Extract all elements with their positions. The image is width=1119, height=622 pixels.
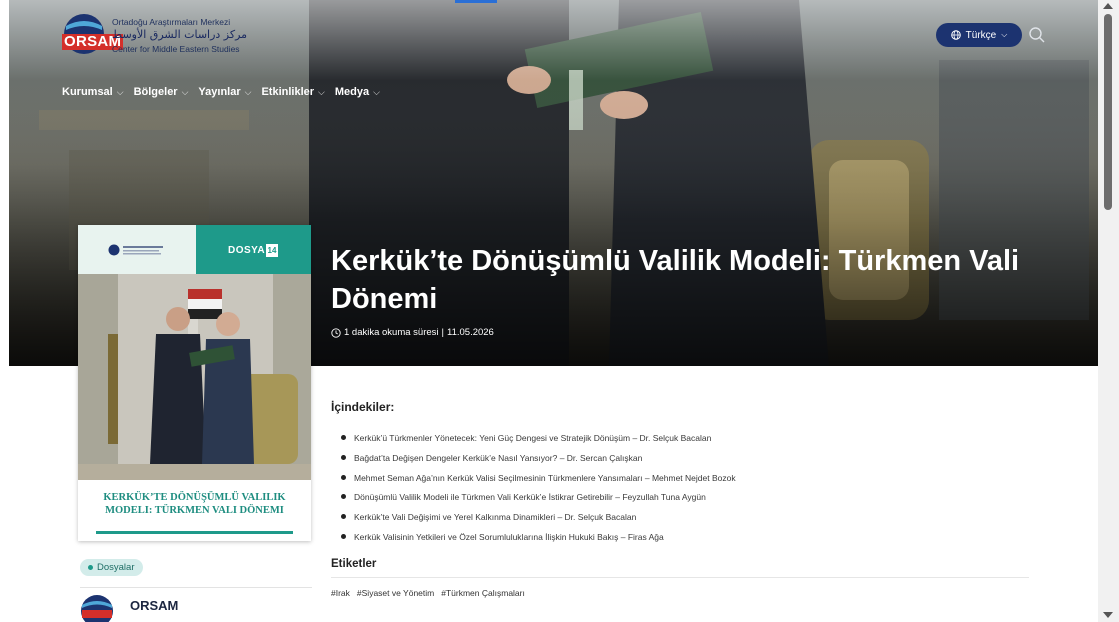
scroll-down-arrow-icon[interactable] — [1103, 612, 1113, 618]
cover-rule — [96, 531, 293, 534]
page: ORSAM Ortadoğu Araştırmaları Merkezi مرك… — [0, 0, 1119, 622]
sidebar-divider — [80, 587, 312, 588]
cover-title-line1: KERKÜK’TE DÖNÜŞÜMLÜ VALILIK — [103, 492, 286, 503]
reading-time: 1 dakika okuma süresi — [344, 327, 439, 338]
logo-turkish-name: Ortadoğu Araştırmaları Merkezi — [112, 17, 231, 27]
scrollbar-thumb[interactable] — [1104, 14, 1112, 210]
loading-indicator — [455, 0, 497, 3]
chevron-down-icon: ⌵ — [116, 86, 124, 97]
scroll-up-arrow-icon[interactable] — [1103, 3, 1113, 9]
toc-item[interactable]: Dönüşümlü Valilik Modeli ile Türkmen Val… — [341, 492, 736, 502]
publication-cover[interactable]: DOSYA 14 KERKÜK’TE DÖNÜŞÜMLÜ VALILIK MOD… — [78, 225, 311, 541]
chevron-down-icon: ⌵ — [181, 86, 189, 97]
nav-item-bolgeler[interactable]: Bölgeler ⌵ — [134, 86, 189, 98]
badge-dot — [88, 565, 93, 570]
author-card[interactable]: ORSAM — [80, 594, 320, 622]
tags-heading: Etiketler — [331, 558, 377, 570]
cover-photo — [78, 274, 311, 480]
logo-english-name: Center for Middle Eastern Studies — [112, 44, 240, 54]
tag-link[interactable]: #Türkmen Çalışmaları — [441, 588, 525, 598]
clock-icon — [331, 327, 341, 338]
nav-item-label: Bölgeler — [133, 86, 178, 98]
nav-item-label: Yayınlar — [198, 86, 241, 98]
nav-item-label: Medya — [334, 86, 370, 98]
chevron-down-icon: ⌵ — [244, 86, 252, 97]
article-title: Kerkük’te Dönüşümlü Valilik Modeli: Türk… — [331, 245, 1020, 315]
article-meta: 1 dakika okuma süresi | 11.05.2026 — [331, 327, 494, 338]
main-nav: Kurumsal ⌵ Bölgeler ⌵ Yayınlar ⌵ Etkinli… — [62, 86, 380, 98]
toc-item[interactable]: Mehmet Seman Ağa’nın Kerkük Valisi Seçil… — [341, 473, 736, 483]
cover-orsam-logo-icon — [108, 244, 163, 256]
tag-link[interactable]: #Siyaset ve Yönetim — [357, 588, 434, 598]
globe-icon — [950, 30, 961, 40]
author-name: ORSAM — [130, 598, 179, 613]
category-badge-label: Dosyalar — [97, 562, 135, 573]
toc-list: Kerkük’ü Türkmenler Yönetecek: Yeni Güç … — [341, 433, 736, 552]
nav-item-yayinlar[interactable]: Yayınlar ⌵ — [198, 86, 251, 98]
language-label: Türkçe — [965, 29, 997, 41]
nav-item-medya[interactable]: Medya ⌵ — [335, 86, 380, 98]
tags-divider — [331, 577, 1029, 578]
cover-title: KERKÜK’TE DÖNÜŞÜMLÜ VALILIK MODELI: TÜRK… — [78, 491, 311, 517]
logo-arabic-name: مركز دراسات الشرق الأوسط — [112, 28, 248, 41]
nav-item-kurumsal[interactable]: Kurumsal ⌵ — [62, 86, 124, 98]
orsam-logo[interactable]: ORSAM Ortadoğu Araştırmaları Merkezi مرك… — [62, 12, 262, 60]
category-badge[interactable]: Dosyalar — [80, 559, 143, 576]
cover-title-line2: MODELI: TÜRKMEN VALI DÖNEMI — [105, 505, 284, 516]
nav-item-etkinlikler[interactable]: Etkinlikler ⌵ — [261, 86, 324, 98]
publish-date: 11.05.2026 — [447, 327, 494, 338]
toc-item[interactable]: Kerkük’ü Türkmenler Yönetecek: Yeni Güç … — [341, 433, 736, 443]
chevron-down-icon: ⌵ — [373, 86, 380, 97]
cover-series-number: 14 — [266, 244, 278, 257]
toc-heading: İçindekiler: — [331, 400, 395, 414]
chevron-down-icon: ⌵ — [1001, 30, 1008, 39]
toc-item[interactable]: Kerkük Valisinin Yetkileri ve Özel Sorum… — [341, 532, 736, 542]
page-scrollbar[interactable] — [1098, 0, 1119, 622]
cover-series-label: DOSYA — [228, 245, 266, 256]
toc-item[interactable]: Kerkük’te Vali Değişimi ve Yerel Kalkınm… — [341, 512, 736, 522]
nav-item-label: Etkinlikler — [261, 86, 315, 98]
tag-link[interactable]: #Irak — [331, 588, 350, 598]
avatar — [81, 595, 113, 622]
tag-list: #Irak #Siyaset ve Yönetim #Türkmen Çalış… — [331, 588, 525, 598]
language-button[interactable]: Türkçe ⌵ — [936, 23, 1022, 47]
chevron-down-icon: ⌵ — [318, 86, 325, 97]
search-icon[interactable] — [1028, 26, 1046, 44]
toc-item[interactable]: Bağdat’ta Değişen Dengeler Kerkük’e Nası… — [341, 453, 736, 463]
meta-separator: | — [441, 327, 444, 338]
nav-item-label: Kurumsal — [62, 86, 113, 98]
